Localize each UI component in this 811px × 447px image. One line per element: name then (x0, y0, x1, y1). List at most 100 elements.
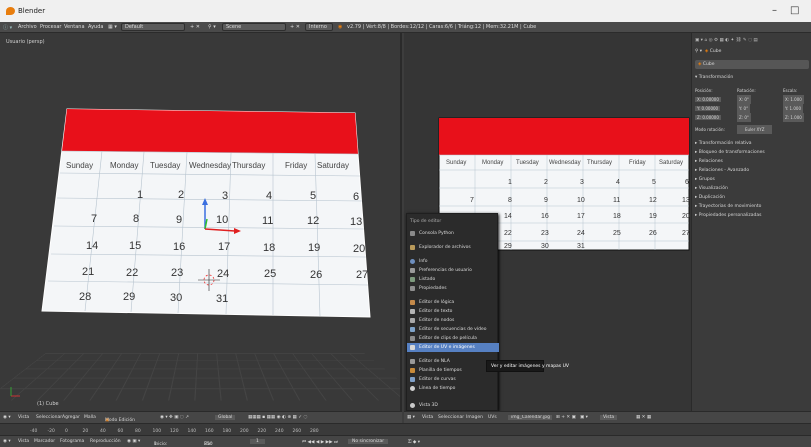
tl-menu-reproduccion[interactable]: Reproducción (90, 439, 121, 444)
timeline-tick-label: 240 (275, 428, 284, 434)
playback-controls[interactable]: ⏮ ◀◀ ◀ ▶ ▶▶ ⏭ (302, 439, 338, 445)
menu-ventana[interactable]: Ventana (64, 24, 85, 30)
date-cell: 14 (504, 213, 512, 220)
pivot-icons[interactable]: ▣ ▾ (580, 415, 588, 420)
blender-logo-icon (6, 7, 15, 15)
panel-relations[interactable]: ▸ Relaciones (695, 157, 809, 166)
transform-panel-header[interactable]: ▾ Transformación (695, 73, 809, 82)
date-cell: 21 (82, 266, 95, 278)
uv-menu-uvs[interactable]: UVs (488, 415, 497, 420)
menu-item-uv-image-editor[interactable]: Editor de UV e imágenes (407, 343, 499, 352)
transform-row-x[interactable]: X: 0.00000 X: 0° X: 1.000 (695, 95, 809, 104)
menu-item-python-console[interactable]: Consola Python (407, 229, 499, 238)
timeline-editor-icon[interactable]: ◉ ▾ (3, 439, 11, 444)
menu-item-info[interactable]: Info (407, 257, 499, 266)
date-cell: 15 (129, 240, 142, 252)
timeline-ruler[interactable]: -40 -20 0 20 40 60 80 100 120 140 160 180 200 220 240 2… (0, 423, 811, 435)
layer-buttons[interactable]: ▦▦▦ ▪ ▦▦ ◉ ◐ ⊕ ▦ ✓ ◌ (248, 415, 307, 420)
date-cell: 29 (504, 243, 512, 250)
transform-row-z[interactable]: Z: 0.00000 Z: 0° Z: 1.000 (695, 113, 809, 122)
menu-item-timeline[interactable]: Línea de tiempo (407, 384, 499, 393)
scene-field[interactable]: Scene (222, 23, 286, 31)
blender-small-icon: ◉ (338, 24, 343, 30)
menu-vista[interactable]: Vista (18, 415, 29, 420)
menu-item-3d-view[interactable]: Vista 3D (407, 401, 499, 410)
maximize-button[interactable]: □ (790, 5, 799, 16)
date-cell: 13 (682, 197, 690, 204)
editor-type-icon[interactable]: ⓘ ▾ (3, 24, 12, 31)
editor-type-menu: Tipo de editor Consola Python Explorador… (406, 213, 499, 411)
object-name-field[interactable]: ◈ Cube (695, 60, 809, 69)
properties-tabs[interactable]: ▣ ▾ ⌂ ◎ ⚙ ▦ ◐ ✦ ⛓ ✎ ◌ ▤ (695, 36, 809, 45)
menu-item-properties[interactable]: Propiedades (407, 284, 499, 293)
image-editor-type-icon[interactable]: ▦ ▾ (407, 415, 415, 420)
render-engine-select[interactable]: Interno (305, 23, 333, 31)
menu-seleccionar[interactable]: Seleccionar (36, 415, 62, 420)
transform-row-y[interactable]: Y: 0.00000 Y: 0° Y: 1.000 (695, 104, 809, 113)
panel-delta-transform[interactable]: ▸ Transformación relativa (695, 139, 809, 148)
3d-cursor-icon (198, 269, 220, 291)
day-name: Tuesday (150, 161, 181, 170)
image-icon (410, 345, 415, 350)
date-cell: 31 (216, 293, 229, 305)
menu-item-sequencer[interactable]: Editor de secuencias de vídeo (407, 325, 499, 334)
image-name-field[interactable]: img_Calendar.jpg (508, 415, 552, 420)
day-name: Sunday (446, 160, 467, 166)
window-title: Blender (18, 7, 46, 15)
panel-display[interactable]: ▸ Visualización (695, 184, 809, 193)
rotation-mode-row[interactable]: Modo rotación: Euler XYZ (695, 125, 809, 134)
panel-motion-paths[interactable]: ▸ Trayectorias de movimiento (695, 202, 809, 211)
menu-item-outliner[interactable]: Listado (407, 275, 499, 284)
uv-menu-seleccionar[interactable]: Seleccionar (438, 415, 464, 420)
view-type-icon[interactable]: ◉ ▾ (3, 415, 11, 420)
menu-item-preferences[interactable]: Preferencias de usuario (407, 266, 499, 275)
add-scene-button[interactable]: + ✕ (290, 24, 300, 30)
menu-malla[interactable]: Malla (84, 415, 96, 420)
menu-item-logic-editor[interactable]: Editor de lógica (407, 298, 499, 307)
layout-field[interactable]: Default (121, 23, 185, 31)
uv-menu-imagen[interactable]: Imagen (466, 415, 483, 420)
menu-item-text-editor[interactable]: Editor de texto (407, 307, 499, 316)
menu-item-graph-editor[interactable]: Editor de curvas (407, 375, 499, 384)
uv-menu-vista[interactable]: Vista (422, 415, 433, 420)
panel-duplication[interactable]: ▸ Duplicación (695, 193, 809, 202)
sync-select[interactable]: No sincronizar (348, 439, 389, 444)
preview-range-icons[interactable]: ◉ ▣ ▾ (127, 439, 140, 444)
screen-layout-icon[interactable]: ▦ ▾ (108, 24, 117, 30)
panel-groups[interactable]: ▸ Grupos (695, 175, 809, 184)
date-cell: 11 (613, 197, 621, 204)
axis-indicator-icon (10, 387, 20, 397)
sequencer-icon (410, 327, 415, 332)
add-layout-button[interactable]: + ✕ (190, 24, 200, 30)
keying-icons[interactable]: ⚿ ◆ ▾ (408, 439, 420, 445)
tl-menu-vista[interactable]: Vista (18, 439, 29, 444)
menu-archivo[interactable]: Archivo (18, 24, 37, 30)
menu-item-clip-editor[interactable]: Editor de clips de película (407, 334, 499, 343)
panel-transform-locks[interactable]: ▸ Bloqueo de transformaciones (695, 148, 809, 157)
date-cell: 20 (353, 243, 366, 255)
date-cell: 7 (470, 197, 474, 204)
graph-icon (410, 377, 415, 382)
tl-menu-fotograma[interactable]: Fotograma (60, 439, 84, 444)
date-cell: 4 (266, 190, 273, 202)
panel-relations-extras[interactable]: ▸ Relaciones - Avanzado (695, 166, 809, 175)
properties-icon (410, 286, 415, 291)
menu-item-file-browser[interactable]: Explorador de archivos (407, 243, 499, 252)
menu-ayuda[interactable]: Ayuda (88, 24, 103, 30)
panel-custom-properties[interactable]: ▸ Propiedades personalizadas (695, 211, 809, 220)
menu-item-node-editor[interactable]: Editor de nodos (407, 316, 499, 325)
menu-agregar[interactable]: Agregar (62, 415, 80, 420)
tl-menu-marcador[interactable]: Marcador (34, 439, 55, 444)
menu-procesar[interactable]: Procesar (40, 24, 61, 30)
orientation-select[interactable]: Global (215, 415, 236, 420)
uv-view-select[interactable]: Vista (600, 415, 618, 420)
timeline-tick-label: 260 (293, 428, 302, 434)
day-name: Saturday (659, 160, 684, 166)
timeline-tick-label: 160 (205, 428, 214, 434)
uv-snap-icons[interactable]: ▦ ✕ ▦ (636, 415, 651, 420)
image-actions[interactable]: ⊞ + ✕ ▣ (556, 415, 576, 420)
shading-icons[interactable]: ◉ ▾ ✥ ▣ ◌ ↗ (160, 415, 189, 420)
minimize-button[interactable]: – (772, 5, 777, 16)
current-frame-field[interactable]: 1 (250, 439, 265, 444)
3d-viewport[interactable]: Usuario (persp) Sunday Monday Tuesday We… (0, 33, 402, 411)
